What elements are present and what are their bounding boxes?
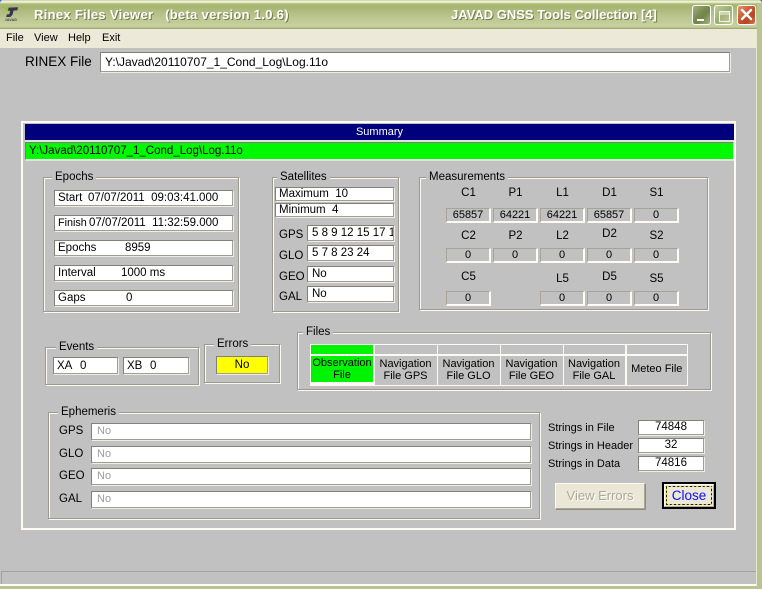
- svg-text:JAVAD: JAVAD: [5, 18, 18, 22]
